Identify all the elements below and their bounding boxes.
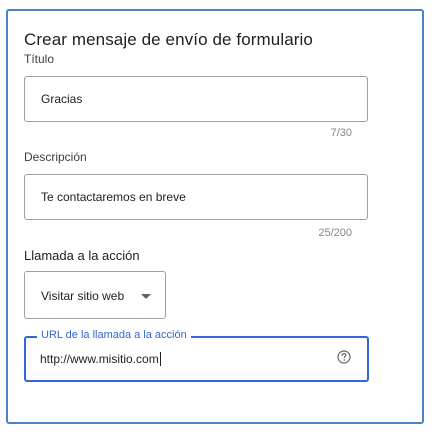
cta-dropdown[interactable]: Visitar sitio web [24,271,166,319]
description-char-counter: 25/200 [318,227,352,239]
title-input-value: Gracias [41,92,83,106]
cta-url-value: http://www.misitio.com [40,352,161,366]
title-input[interactable]: Gracias [24,76,368,122]
help-circle-icon[interactable] [337,350,351,364]
cta-url-label: URL de la llamada a la acción [37,329,191,341]
chevron-down-icon [141,294,151,299]
cta-url-input[interactable]: URL de la llamada a la acción http://www… [24,329,369,382]
description-label: Descripción [24,150,87,164]
text-cursor [159,352,161,366]
cta-label: Llamada a la acción [24,248,140,263]
title-label: Título [24,52,55,66]
form-heading: Crear mensaje de envío de formulario [24,30,313,49]
description-input-value: Te contactaremos en breve [41,190,186,204]
cta-dropdown-value: Visitar sitio web [41,289,125,303]
description-input[interactable]: Te contactaremos en breve [24,174,368,220]
title-char-counter: 7/30 [330,127,352,139]
